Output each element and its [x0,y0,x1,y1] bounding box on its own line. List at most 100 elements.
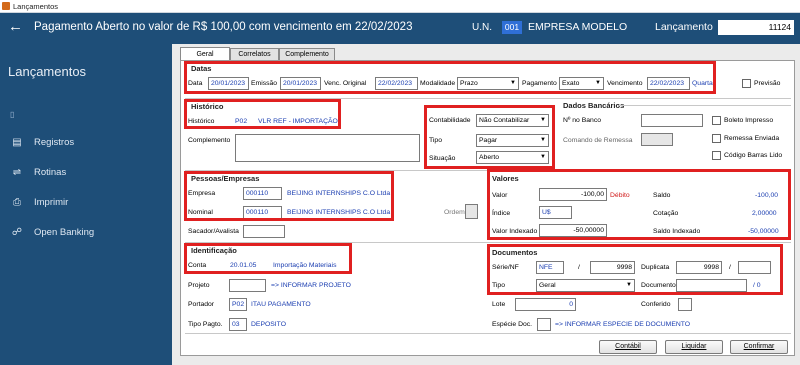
tipo-pagto-name: DEPOSITO [251,321,286,328]
sidebar-item-open-banking[interactable]: ☍ Open Banking [10,227,94,241]
previsao-label: Previsão [754,80,781,87]
contabilidade-label: Contabilidade [429,117,471,124]
no-banco-field[interactable] [641,114,703,127]
sidebar-item-imprimir[interactable]: ⎙ Imprimir [10,197,68,211]
previsao-checkbox[interactable] [742,79,751,88]
especie-hint: => INFORMAR ESPECIE DE DOCUMENTO [555,321,691,328]
venc-original-label: Venc. Original [324,80,367,87]
saldo-value: -100,00 [755,192,779,199]
divider [185,242,791,243]
main-area: Geral Correlatos Complemento Datas Data … [172,44,800,365]
nf-field[interactable]: 9998 [590,261,635,274]
pagamento-label: Pagamento [522,80,557,87]
situacao-select[interactable]: Aberto ▼ [476,151,549,164]
un-label: U.N. [472,22,492,33]
boleto-impresso-label: Boleto Impresso [724,117,774,124]
boleto-impresso-checkbox[interactable] [712,116,721,125]
sidebar: Lançamentos ▯ ▤ Registros ⇌ Rotinas ⎙ Impri… [0,44,172,365]
tipo-select[interactable]: Pagar ▼ [476,134,549,147]
projeto-hint: => INFORMAR PROJETO [271,282,351,289]
confirmar-button[interactable]: Confirmar [730,340,788,354]
divider [619,105,791,106]
conta-code[interactable]: 20.01.05 [230,262,256,269]
valor-field[interactable]: -100,00 [539,188,607,201]
indice-label: Índice [492,210,511,217]
no-banco-label: Nº no Banco [563,117,602,124]
contabil-button[interactable]: Contábil [599,340,657,354]
duplicata-field[interactable]: 9998 [676,261,722,274]
codigo-barras-checkbox[interactable] [712,151,721,160]
serie-field[interactable]: NFE [536,261,564,274]
valor-indexado-field[interactable]: -50,00000 [539,224,607,237]
sidebar-item-rotinas[interactable]: ⇌ Rotinas [10,167,66,181]
situacao-value: Aberto [479,154,500,161]
header-bar: ← Pagamento Aberto no valor de R$ 100,00… [0,13,800,44]
slash-separator: / [729,264,731,271]
un-code[interactable]: 001 [502,21,522,34]
modalidade-value: Prazo [460,80,478,87]
sidebar-item-registros[interactable]: ▤ Registros [10,137,74,151]
serie-label: Série/NF [492,264,519,271]
empresa-name: BEIJING INTERNSHIPS C.O Ltda [287,190,391,197]
back-arrow-icon[interactable]: ← [8,18,23,35]
debito-label: Débito [610,192,630,199]
printer-icon: ⎙ [13,197,21,208]
chevron-down-icon: ▼ [510,80,516,86]
especie-field[interactable] [537,318,551,331]
remessa-enviada-checkbox[interactable] [712,134,721,143]
nominal-code-field[interactable]: 000110 [243,206,282,219]
complemento-textarea[interactable] [235,134,420,162]
nominal-name: BEIJING INTERNSHIPS C.O Ltda [287,209,391,216]
doc-tipo-label: Tipo [492,282,505,289]
sidebar-title: Lançamentos [8,64,87,79]
section-bancarios-title: Dados Bancários [563,101,625,110]
title-bar: Lançamentos [0,0,800,13]
ordem-label: Ordem [444,209,465,216]
lote-field[interactable]: 0 [515,298,576,311]
empresa-code-field[interactable]: 000110 [243,187,282,200]
tipo-pagto-code-field[interactable]: 03 [229,318,247,331]
conferido-field[interactable] [678,298,692,311]
weekday-label: Quarta [692,80,713,87]
lancamento-number-field[interactable]: 11124 [718,20,794,35]
conta-label: Conta [188,262,207,269]
pagamento-select[interactable]: Exato ▼ [559,77,604,90]
sacador-field[interactable] [243,225,285,238]
data-field[interactable]: 20/01/2023 [208,77,249,90]
valor-label: Valor [492,192,508,199]
saldo-indexado-value: -50,00000 [748,228,779,235]
liquidar-button[interactable]: Liquidar [665,340,723,354]
historico-text: VLR REF - IMPORTAÇÃO [258,118,338,125]
emissao-field[interactable]: 20/01/2023 [280,77,321,90]
portador-code-field[interactable]: P02 [229,298,247,311]
documento-field[interactable] [676,279,747,292]
contabilidade-select[interactable]: Não Contabilizar ▼ [476,114,549,127]
sacador-label: Sacador/Avalista [188,228,239,235]
valor-indexado-label: Valor Indexado [492,228,538,235]
sidebar-item-label: Imprimir [34,197,69,208]
vencimento-field[interactable]: 22/02/2023 [647,77,690,90]
lote-label: Lote [492,301,506,308]
data-label: Data [188,80,203,87]
portador-name: ITAU PAGAMENTO [251,301,311,308]
vencimento-label: Vencimento [607,80,643,87]
comando-remessa-label: Comando de Remessa [563,137,633,144]
indice-field[interactable]: U$ [539,206,572,219]
duplicata-parcela-field[interactable] [738,261,771,274]
venc-original-field[interactable]: 22/02/2023 [375,77,418,90]
tab-geral[interactable]: Geral [180,47,230,61]
modalidade-select[interactable]: Prazo ▼ [457,77,519,90]
sidebar-item-label: Open Banking [34,227,95,238]
documento-label: Documento [641,282,676,289]
comando-remessa-field [641,133,673,146]
company-name: EMPRESA MODELO [528,21,628,33]
projeto-field[interactable] [229,279,266,292]
historico-label: Histórico [188,118,215,125]
historico-code[interactable]: P02 [235,118,247,125]
divider [185,170,791,171]
tipo-pagto-label: Tipo Pagto. [188,321,223,328]
section-identificacao-title: Identificação [191,246,237,255]
doc-tipo-select[interactable]: Geral ▼ [536,279,635,292]
situacao-label: Situação [429,155,456,162]
app-icon [2,2,10,10]
